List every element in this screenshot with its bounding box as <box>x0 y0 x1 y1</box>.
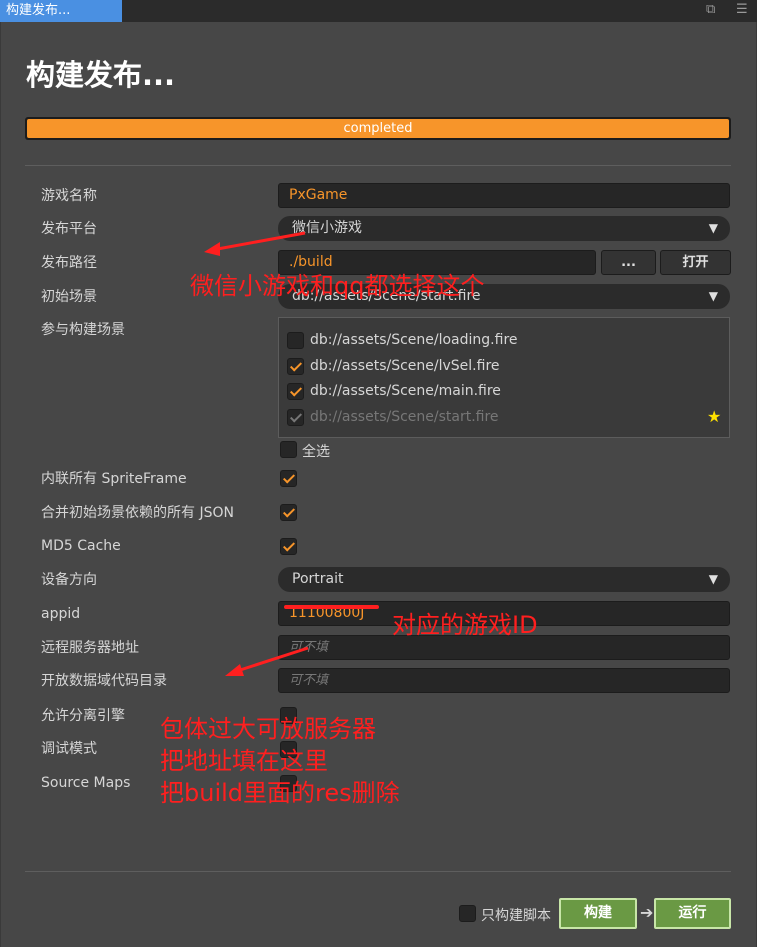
progress-status: completed <box>343 121 413 136</box>
scene-item[interactable]: db://assets/Scene/lvSel.fire <box>279 358 729 378</box>
scene-name: db://assets/Scene/start.fire <box>310 409 499 425</box>
appid-label: appid <box>41 606 81 622</box>
inline-sprite-checkbox[interactable] <box>280 470 297 487</box>
title-bar: 构建发布... ⧉ ☰ <box>0 0 757 22</box>
browse-button[interactable]: ... <box>601 250 656 275</box>
dropdown-arrow-icon: ▼ <box>708 221 718 235</box>
md5-checkbox[interactable] <box>280 538 297 555</box>
inline-sprite-label: 内联所有 SpriteFrame <box>41 471 187 487</box>
debug-label: 调试模式 <box>41 741 97 757</box>
orientation-select[interactable]: Portrait ▼ <box>278 567 730 592</box>
page-title: 构建发布... <box>26 58 176 92</box>
annotation-arrow <box>225 646 309 676</box>
scene-checkbox[interactable] <box>287 332 304 349</box>
dropdown-arrow-icon: ▼ <box>708 572 718 586</box>
game-name-label: 游戏名称 <box>41 188 97 204</box>
start-scene-label: 初始场景 <box>41 289 97 305</box>
script-only-label: 只构建脚本 <box>481 908 551 924</box>
appid-redaction <box>284 605 379 609</box>
remote-annotation-1: 包体过大可放服务器 <box>160 715 376 743</box>
game-name-input[interactable]: PxGame <box>278 183 730 208</box>
md5-label: MD5 Cache <box>41 538 121 554</box>
platform-label: 发布平台 <box>41 221 97 237</box>
remote-annotation-2: 把地址填在这里 <box>160 747 328 775</box>
path-label: 发布路径 <box>41 255 97 271</box>
select-all-label: 全选 <box>302 444 330 460</box>
merge-json-label: 合并初始场景依赖的所有 JSON <box>41 505 234 521</box>
script-only-checkbox[interactable] <box>459 905 476 922</box>
select-all-checkbox[interactable] <box>280 441 297 458</box>
subpackage-label: 允许分离引擎 <box>41 708 125 724</box>
run-button[interactable]: 运行 <box>654 898 731 929</box>
divider <box>25 165 731 166</box>
scene-name: db://assets/Scene/loading.fire <box>310 332 518 348</box>
popout-icon[interactable]: ⧉ <box>706 2 715 17</box>
scene-item[interactable]: db://assets/Scene/main.fire <box>279 383 729 403</box>
dropdown-arrow-icon: ▼ <box>708 289 718 303</box>
remote-annotation-3: 把build里面的res删除 <box>160 779 400 807</box>
annotation-arrow <box>204 231 306 256</box>
scene-item: db://assets/Scene/start.fire ★ <box>279 407 729 429</box>
scene-item[interactable]: db://assets/Scene/loading.fire <box>279 332 729 352</box>
window-tab[interactable]: 构建发布... <box>0 0 122 22</box>
arrow-right-icon: ➔ <box>640 903 654 922</box>
open-data-label: 开放数据域代码目录 <box>41 673 167 689</box>
scenes-label: 参与构建场景 <box>41 322 125 338</box>
platform-select[interactable]: 微信小游戏 ▼ <box>278 216 730 241</box>
footer-divider <box>25 871 731 872</box>
scene-checkbox[interactable] <box>287 383 304 400</box>
orientation-value: Portrait <box>292 571 344 587</box>
orientation-label: 设备方向 <box>41 572 97 588</box>
open-folder-button[interactable]: 打开 <box>660 250 731 275</box>
build-button[interactable]: 构建 <box>559 898 637 929</box>
scene-checkbox <box>287 409 304 426</box>
scene-name: db://assets/Scene/lvSel.fire <box>310 358 500 374</box>
scene-list: db://assets/Scene/loading.fire db://asse… <box>278 317 730 438</box>
platform-annotation: 微信小游戏和qq都选择这个 <box>190 272 485 300</box>
open-data-input[interactable]: 可不填 <box>278 668 730 693</box>
sourcemaps-label: Source Maps <box>41 775 131 791</box>
remote-server-label: 远程服务器地址 <box>41 640 139 656</box>
merge-json-checkbox[interactable] <box>280 504 297 521</box>
scene-checkbox[interactable] <box>287 358 304 375</box>
appid-annotation: 对应的游戏ID <box>392 611 538 639</box>
menu-icon[interactable]: ☰ <box>736 2 748 17</box>
progress-bar: completed <box>25 117 731 140</box>
star-icon: ★ <box>707 407 722 426</box>
scene-name: db://assets/Scene/main.fire <box>310 383 501 399</box>
